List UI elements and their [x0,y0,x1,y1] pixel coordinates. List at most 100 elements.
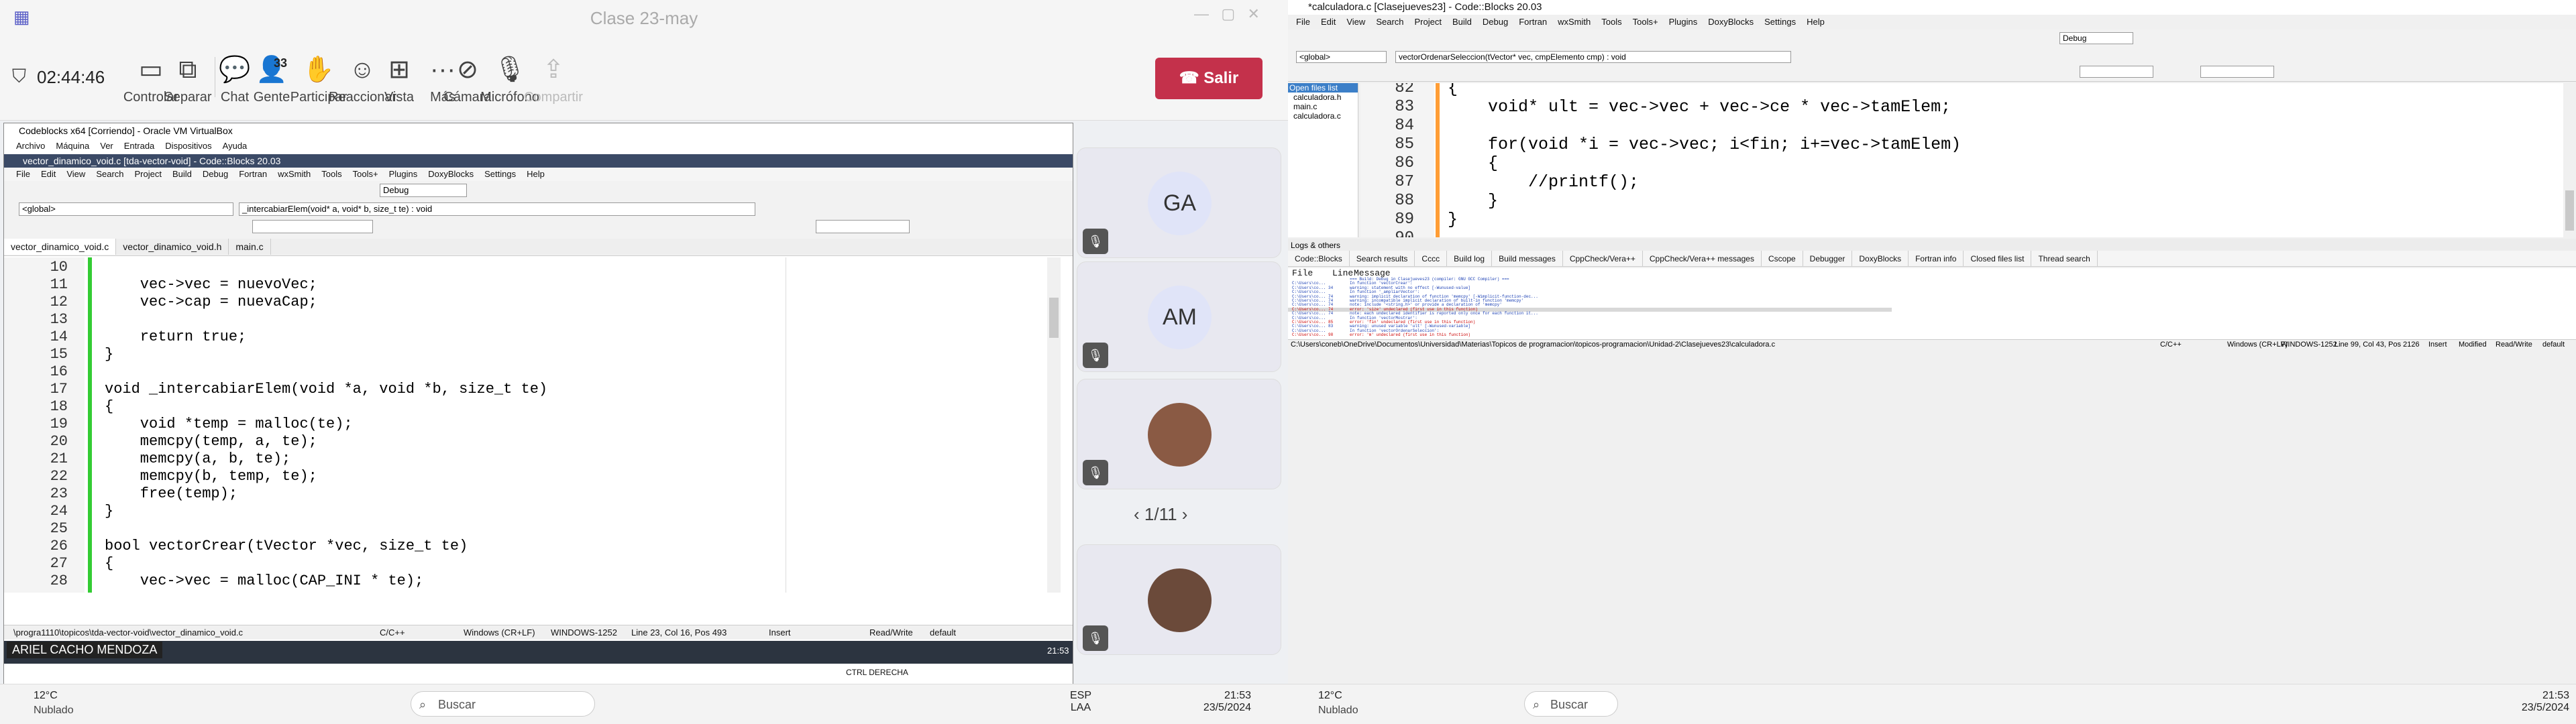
avatar-photo [1148,568,1212,632]
log-tab[interactable]: Build log [1447,251,1493,266]
scope-select[interactable]: <global> [1296,51,1387,63]
search-input-2[interactable] [2200,66,2274,78]
participant-tile[interactable]: GA 🎙 [1077,147,1281,258]
menu-item[interactable]: Settings [1764,17,1796,27]
log-row[interactable]: C:\Users\co... 98 error: 'm' undeclared (f… [1288,333,1892,337]
line-number: 26 [50,538,68,554]
menu-item[interactable]: Archivo [16,141,45,151]
menu-item[interactable]: Fortran [239,169,267,179]
log-tab[interactable]: Code::Blocks [1288,251,1350,266]
menu-item[interactable]: Help [527,169,545,179]
line-number: 86 [1395,154,1414,172]
participant-tile[interactable]: AM 🎙 [1077,261,1281,372]
file-item[interactable]: calculadora.c [1288,111,1358,121]
menu-item[interactable]: Dispositivos [165,141,211,151]
menu-item[interactable]: Tools+ [1633,17,1658,27]
line-number: 17 [50,381,68,398]
menu-item[interactable]: Build [1452,17,1472,27]
log-tab[interactable]: Cscope [1762,251,1803,266]
status-field: Modified [2459,341,2487,349]
log-tab[interactable]: Cccc [1415,251,1448,266]
file-item[interactable]: main.c [1288,102,1358,111]
file-item[interactable]: calculadora.h [1288,93,1358,102]
build-target-select[interactable]: Debug [2059,32,2133,44]
menu-item[interactable]: Help [1807,17,1825,27]
taskbar-search[interactable]: ⌕ Buscar [1524,691,1618,717]
codeblocks-menu: File Edit View Search Project Build Debug Fortr… [4,168,1073,181]
menu-item[interactable]: Search [1376,17,1403,27]
line-number: 82 [1395,83,1414,97]
line-number: 24 [50,503,68,520]
menu-item[interactable]: Build [172,169,192,179]
share-button[interactable]: ⇪ Compartir [520,55,587,105]
editor-scrollbar[interactable] [2563,83,2576,237]
pager[interactable]: ‹ 1/11 › [1134,504,1187,525]
menu-item[interactable]: Plugins [1669,17,1698,27]
menu-item[interactable]: Debug [203,169,228,179]
menu-item[interactable]: Ver [100,141,113,151]
participant-tile[interactable]: 🎙 [1077,379,1281,489]
chevron-left-icon[interactable]: ‹ [1134,504,1144,524]
menu-item[interactable]: DoxyBlocks [428,169,474,179]
menu-item[interactable]: Settings [484,169,516,179]
chevron-right-icon[interactable]: › [1177,504,1188,524]
scroll-thumb[interactable] [2565,190,2574,231]
clock[interactable]: 21:53 23/5/2024 [2502,690,2569,714]
log-tab[interactable]: Debugger [1803,251,1853,266]
search-input-2[interactable] [816,220,910,233]
scroll-thumb[interactable] [1049,298,1059,338]
log-tab[interactable]: Thread search [2031,251,2098,266]
tab-main[interactable]: main.c [229,239,271,255]
phone-icon: ☎ [1179,69,1204,87]
leave-button[interactable]: ☎ Salir [1155,58,1263,99]
log-tab[interactable]: DoxyBlocks [1852,251,1909,266]
code-editor[interactable]: 10 11 vec->vec = nuevoVec; 12 vec->cap = n… [4,257,1061,593]
menu-item[interactable]: Edit [1321,17,1336,27]
log-tab[interactable]: Closed files list [1964,251,2032,266]
window-controls[interactable]: — ▢ ✕ [1194,5,1260,23]
menu-item[interactable]: Tools+ [353,169,378,179]
log-tab[interactable]: CppCheck/Vera++ [1563,251,1643,266]
menu-item[interactable]: DoxyBlocks [1708,17,1754,27]
editor-scrollbar[interactable] [1047,257,1061,593]
language-indicator[interactable]: ESP LAA [1070,690,1091,714]
log-tab[interactable]: Fortran info [1909,251,1964,266]
log-tab[interactable]: CppCheck/Vera++ messages [1643,251,1762,266]
build-messages[interactable]: File Line Message === Build: Debug in Clas… [1288,268,2576,339]
menu-item[interactable]: Debug [1483,17,1508,27]
menu-item[interactable]: Plugins [389,169,418,179]
menu-item[interactable]: File [1296,17,1310,27]
toolbar-icons[interactable] [8,182,370,198]
clock[interactable]: 21:53 23/5/2024 [1184,690,1251,714]
menu-item[interactable]: File [16,169,30,179]
code-line: { [1448,154,1499,173]
function-select[interactable]: vectorOrdenarSeleccion(tVector* vec, cmp… [1395,51,1791,63]
menu-item[interactable]: Project [135,169,162,179]
menu-item[interactable]: Ayuda [223,141,248,151]
menu-item[interactable]: Entrada [124,141,155,151]
menu-item[interactable]: Tools [321,169,341,179]
menu-item[interactable]: Máquina [56,141,89,151]
menu-item[interactable]: Fortran [1519,17,1547,27]
menu-item[interactable]: View [66,169,85,179]
function-select[interactable]: _intercabiarElem(void* a, void* b, size_… [239,202,755,216]
menu-item[interactable]: wxSmith [1558,17,1591,27]
scope-select[interactable]: <global> [19,202,233,216]
search-input[interactable] [252,220,373,233]
tab-vector-dinamico-c[interactable]: vector_dinamico_void.c [4,239,117,255]
taskbar-search[interactable]: ⌕ Buscar [411,691,595,717]
tab-vector-dinamico-h[interactable]: vector_dinamico_void.h [116,239,229,255]
menu-item[interactable]: wxSmith [278,169,311,179]
code-editor[interactable]: 82 {83 void* ult = vec->vec + vec->ce * v… [1360,83,2576,237]
log-tab[interactable]: Build messages [1492,251,1563,266]
log-tab[interactable]: Search results [1350,251,1415,266]
participant-tile[interactable]: 🎙 [1077,544,1281,655]
menu-item[interactable]: Search [96,169,123,179]
menu-item[interactable]: View [1346,17,1365,27]
search-input[interactable] [2080,66,2153,78]
build-target-select[interactable]: Debug [380,184,467,197]
menu-item[interactable]: Edit [41,169,56,179]
menu-item[interactable]: Project [1415,17,1442,27]
menu-item[interactable]: Tools [1601,17,1621,27]
change-bar [1436,83,1440,237]
